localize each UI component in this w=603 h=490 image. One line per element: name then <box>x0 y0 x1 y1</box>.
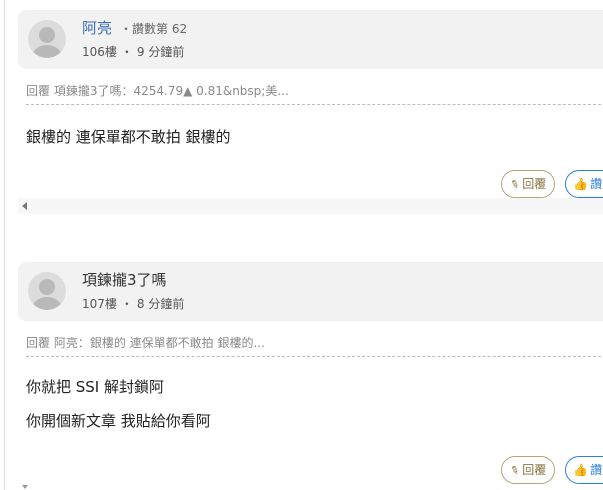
post-actions: ✎回覆 👍 讚 <box>501 456 603 484</box>
author-name-link[interactable]: 阿亮 <box>82 19 112 37</box>
thread-left-border <box>4 0 5 490</box>
floor-number: 106樓 <box>82 45 117 59</box>
reply-button[interactable]: ✎回覆 <box>501 170 556 198</box>
avatar[interactable] <box>28 20 66 58</box>
like-button[interactable]: 👍 讚 <box>565 456 603 484</box>
horizontal-scrollbar[interactable] <box>18 198 603 214</box>
scroll-down-marker <box>22 485 28 489</box>
comment-post: 阿亮 ・讚數第 62 106樓・ 9 分鐘前 回覆 項鍊攏3了嗎：4254.79▲ … <box>18 10 603 198</box>
scroll-left-arrow-icon[interactable] <box>22 202 27 210</box>
reply-button-label: 回覆 <box>522 177 547 191</box>
like-button-label: 讚 <box>590 463 603 477</box>
author-line: 項鍊攏3了嗎 <box>82 269 167 290</box>
author-line: 阿亮 ・讚數第 62 <box>82 17 187 38</box>
like-button-label: 讚 <box>590 177 603 191</box>
avatar-body-shape <box>32 297 62 310</box>
avatar[interactable] <box>28 272 66 310</box>
post-time: 8 分鐘前 <box>136 297 185 311</box>
reply-button-label: 回覆 <box>522 463 547 477</box>
post-content: 銀樓的 連保單都不敢拍 銀樓的 <box>26 127 596 147</box>
pencil-icon: ✎ <box>508 462 522 479</box>
thumbs-up-icon: 👍 <box>573 463 589 477</box>
reply-quote[interactable]: 回覆 項鍊攏3了嗎：4254.79▲ 0.81&nbsp;美... <box>26 82 603 105</box>
meta-separator: ・ <box>120 297 133 311</box>
floor-number: 107樓 <box>82 297 117 311</box>
like-button[interactable]: 👍 讚 <box>565 170 603 198</box>
rank-badge: ・讚數第 62 <box>120 22 188 36</box>
post-meta: 107樓・ 8 分鐘前 <box>82 295 184 312</box>
comment-thread: 阿亮 ・讚數第 62 106樓・ 9 分鐘前 回覆 項鍊攏3了嗎：4254.79▲ … <box>0 0 603 490</box>
post-header: 項鍊攏3了嗎 107樓・ 8 分鐘前 <box>18 262 603 321</box>
post-time: 9 分鐘前 <box>136 45 185 59</box>
content-line: 你就把 SSI 解封鎖阿 <box>26 378 165 396</box>
reply-quote[interactable]: 回覆 阿亮：銀樓的 連保單都不敢拍 銀樓的... <box>26 334 603 357</box>
post-content: 你就把 SSI 解封鎖阿 你開個新文章 我貼給你看阿 <box>26 377 596 431</box>
pencil-icon: ✎ <box>508 176 522 193</box>
avatar-head-shape <box>39 27 55 43</box>
avatar-head-shape <box>39 279 55 295</box>
post-actions: ✎回覆 👍 讚 <box>501 170 603 198</box>
thumbs-up-icon: 👍 <box>573 177 589 191</box>
avatar-body-shape <box>32 45 62 58</box>
author-name-link[interactable]: 項鍊攏3了嗎 <box>82 271 167 289</box>
post-meta: 106樓・ 9 分鐘前 <box>82 43 184 60</box>
content-line: 你開個新文章 我貼給你看阿 <box>26 412 211 430</box>
reply-button[interactable]: ✎回覆 <box>501 456 556 484</box>
meta-separator: ・ <box>120 45 133 59</box>
comment-post: 項鍊攏3了嗎 107樓・ 8 分鐘前 回覆 阿亮：銀樓的 連保單都不敢拍 銀樓的.… <box>18 262 603 484</box>
post-header: 阿亮 ・讚數第 62 106樓・ 9 分鐘前 <box>18 10 603 69</box>
content-line: 銀樓的 連保單都不敢拍 銀樓的 <box>26 128 231 146</box>
